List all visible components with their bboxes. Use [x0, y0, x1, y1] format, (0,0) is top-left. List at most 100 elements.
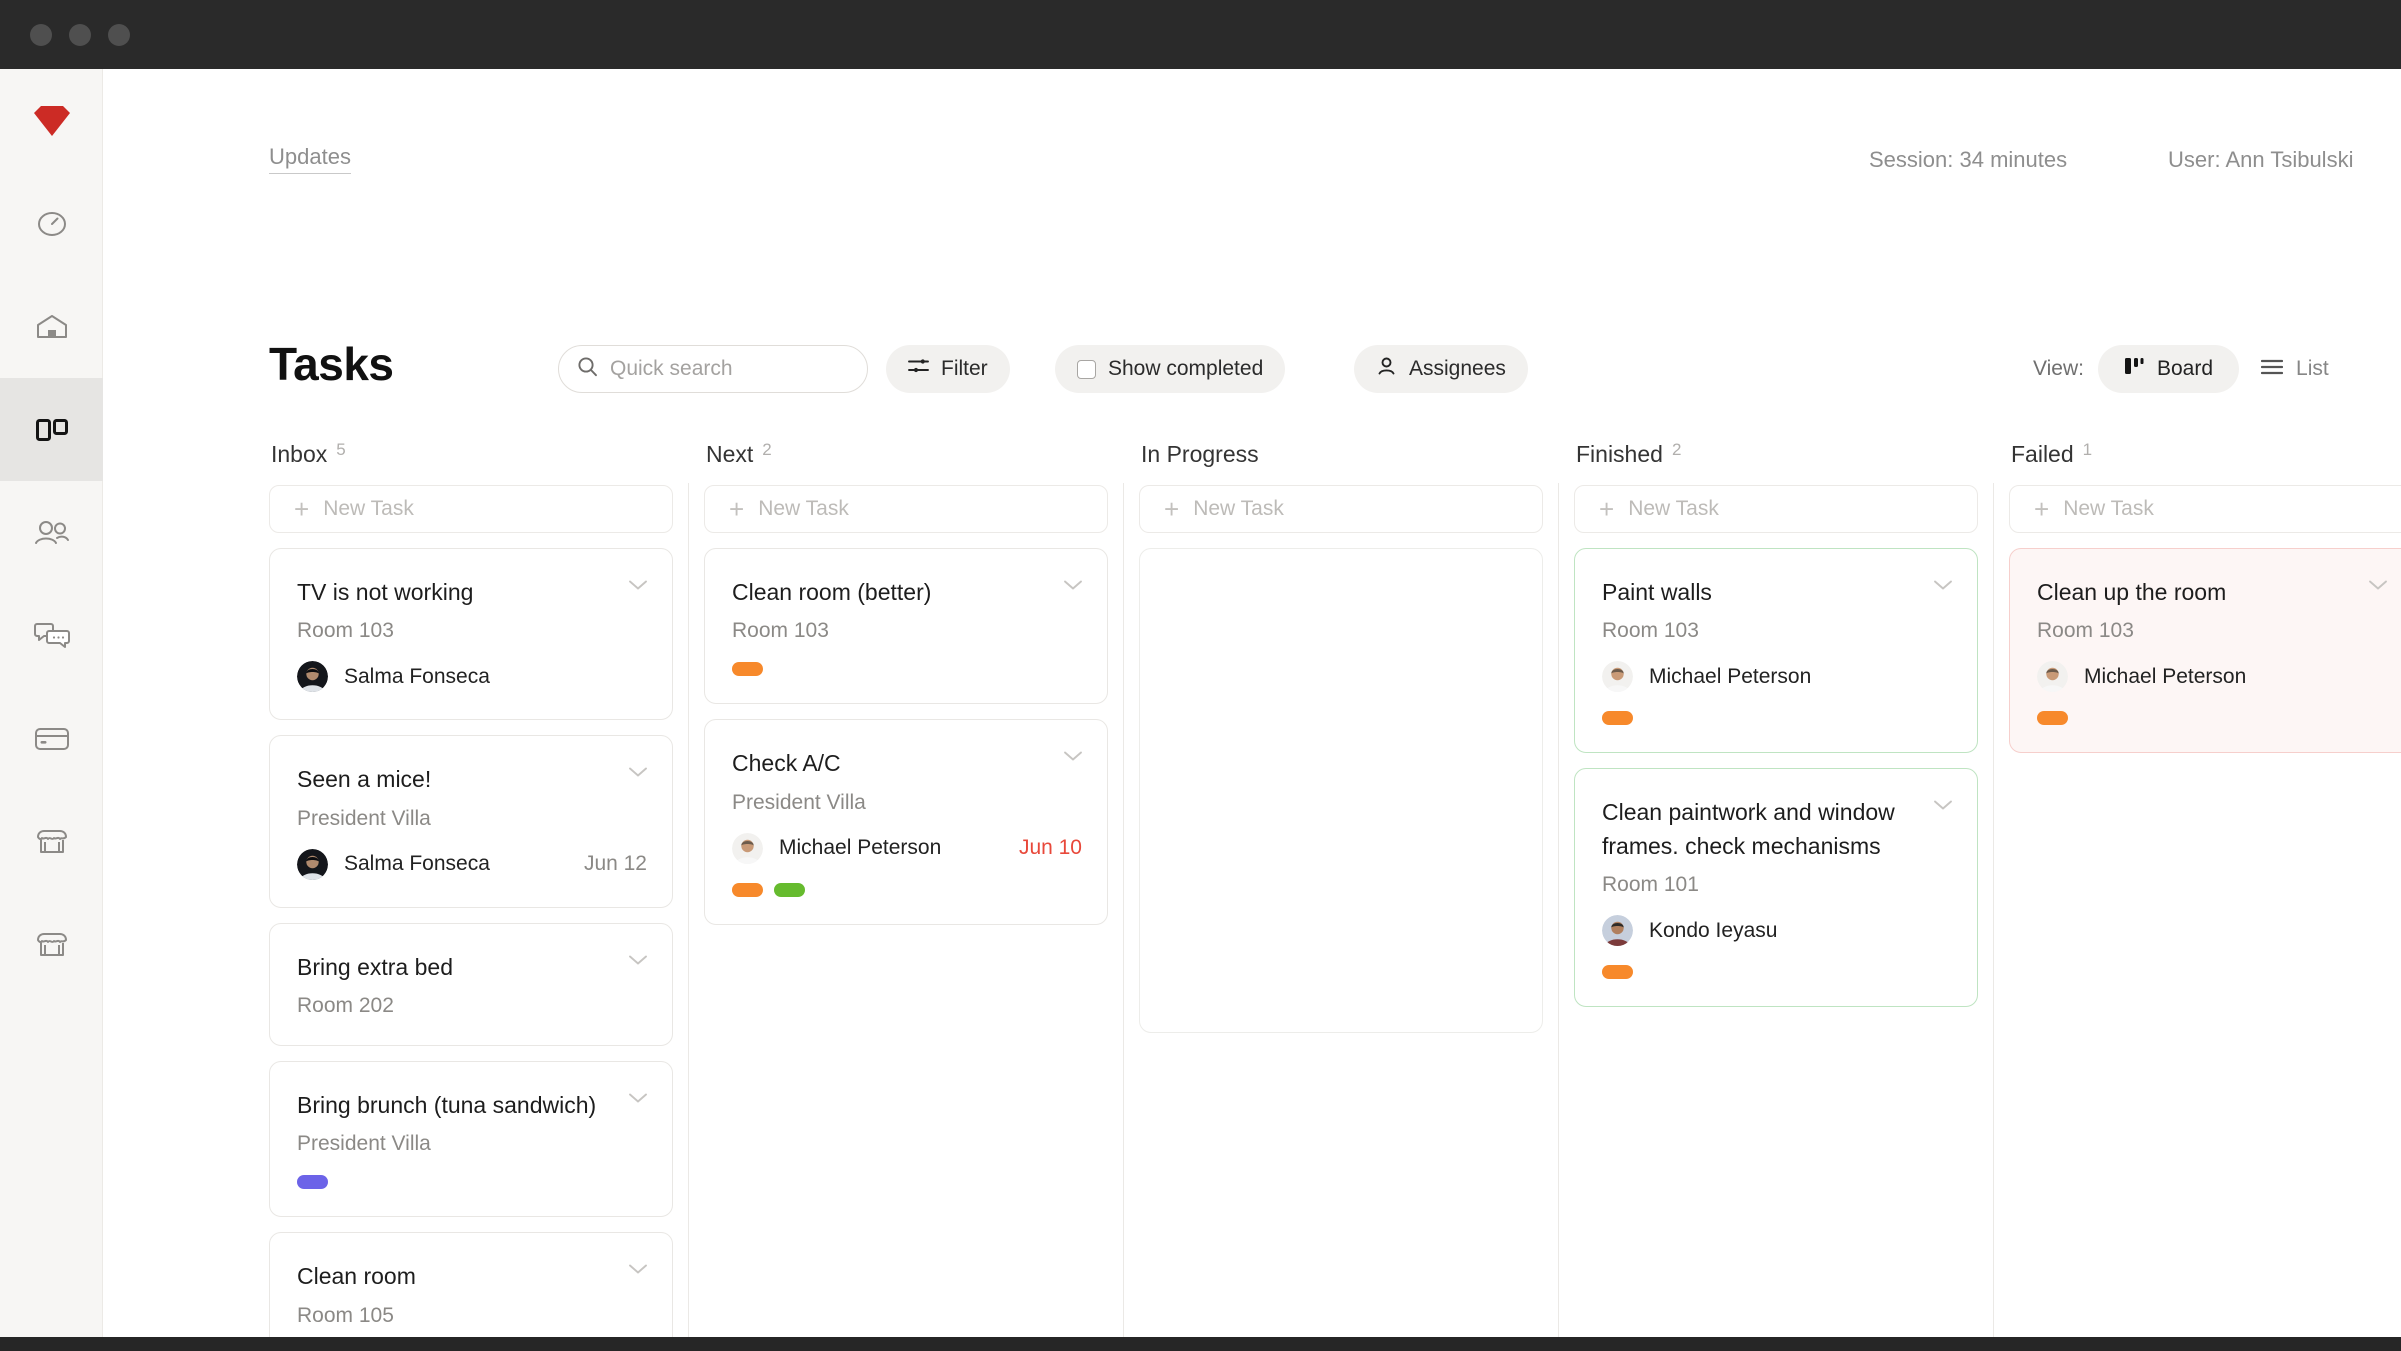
sidebar-item-property-2[interactable]	[0, 893, 103, 996]
task-tag[interactable]	[297, 1175, 328, 1189]
task-location: Room 103	[1602, 619, 1952, 643]
column-title: Inbox	[271, 441, 327, 468]
list-view-icon	[2261, 357, 2283, 381]
window-maximize-button[interactable]	[108, 24, 130, 46]
task-tags	[297, 1175, 647, 1189]
column-header: Inbox5	[269, 441, 673, 477]
task-card[interactable]: Bring extra bedRoom 202	[269, 923, 673, 1046]
chevron-down-icon[interactable]	[628, 579, 648, 591]
filter-icon	[908, 356, 929, 382]
new-task-label: New Task	[1193, 497, 1284, 521]
task-assignee: Kondo Ieyasu	[1649, 919, 1777, 943]
new-task-button[interactable]: +New Task	[2009, 485, 2401, 533]
show-completed-checkbox[interactable]	[1077, 360, 1096, 379]
new-task-button[interactable]: +New Task	[704, 485, 1108, 533]
house-icon	[35, 312, 69, 342]
sidebar-item-billing[interactable]	[0, 687, 103, 790]
board-view-icon	[2124, 356, 2144, 382]
task-title: Clean paintwork and window frames. check…	[1602, 796, 1952, 863]
column-divider	[1123, 483, 1124, 1344]
plus-icon: +	[1164, 496, 1179, 522]
new-task-button[interactable]: + New Task	[1139, 485, 1543, 533]
store-icon	[34, 827, 70, 857]
tab-list-view[interactable]: List	[2239, 345, 2351, 393]
board-column-next: Next2 +New Task Clean room (better)Room 10…	[704, 441, 1108, 1344]
column-header: Next2	[704, 441, 1108, 477]
column-header: Failed1	[2009, 441, 2401, 477]
task-tags	[732, 883, 1082, 897]
chat-icon	[33, 622, 71, 650]
task-tag[interactable]	[732, 883, 763, 897]
sidebar-item-messages[interactable]	[0, 584, 103, 687]
sidebar-item-dashboard[interactable]	[0, 172, 103, 275]
show-completed-toggle[interactable]: Show completed	[1055, 345, 1285, 393]
sidebar-item-home[interactable]	[0, 275, 103, 378]
search-input[interactable]: Quick search	[558, 345, 868, 393]
chevron-down-icon[interactable]	[628, 954, 648, 966]
store-icon	[34, 930, 70, 960]
updates-link[interactable]: Updates	[269, 144, 351, 174]
task-title: Bring extra bed	[297, 951, 647, 984]
task-tags	[2037, 711, 2387, 725]
task-card[interactable]: Clean roomRoom 105	[269, 1232, 673, 1344]
task-card[interactable]: Seen a mice!President VillaSalma Fonseca…	[269, 735, 673, 907]
window-titlebar	[0, 0, 2401, 69]
chevron-down-icon[interactable]	[628, 766, 648, 778]
new-task-button[interactable]: +New Task	[269, 485, 673, 533]
window-close-button[interactable]	[30, 24, 52, 46]
assignees-button[interactable]: Assignees	[1354, 345, 1528, 393]
avatar	[1602, 915, 1633, 946]
new-task-button[interactable]: +New Task	[1574, 485, 1978, 533]
chevron-down-icon[interactable]	[1933, 799, 1953, 811]
task-location: President Villa	[732, 791, 1082, 815]
empty-drop-zone[interactable]	[1139, 548, 1543, 1033]
task-location: Room 103	[297, 619, 647, 643]
person-icon	[1376, 356, 1397, 383]
task-card[interactable]: Clean room (better)Room 103	[704, 548, 1108, 704]
task-card[interactable]: Bring brunch (tuna sandwich)President Vi…	[269, 1061, 673, 1217]
chevron-down-icon[interactable]	[2368, 579, 2388, 591]
user-info: User: Ann Tsibulski	[2168, 147, 2353, 173]
filter-button[interactable]: Filter	[886, 345, 1010, 393]
task-card[interactable]: Clean paintwork and window frames. check…	[1574, 768, 1978, 1007]
chevron-down-icon[interactable]	[1063, 579, 1083, 591]
chevron-down-icon[interactable]	[628, 1092, 648, 1104]
task-card[interactable]: Check A/CPresident VillaMichael Peterson…	[704, 719, 1108, 924]
task-title: Seen a mice!	[297, 763, 647, 796]
task-card[interactable]: Paint wallsRoom 103Michael Peterson	[1574, 548, 1978, 753]
sidebar-item-property-1[interactable]	[0, 790, 103, 893]
task-meta-row: Michael Peterson	[1602, 661, 1952, 692]
task-tag[interactable]	[1602, 965, 1633, 979]
app-window: Updates Session: 34 minutes User: Ann Ts…	[0, 0, 2401, 1351]
task-tag[interactable]	[774, 883, 805, 897]
chevron-down-icon[interactable]	[1933, 579, 1953, 591]
search-icon	[577, 356, 598, 382]
column-divider	[1993, 483, 1994, 1344]
window-minimize-button[interactable]	[69, 24, 91, 46]
avatar	[1602, 661, 1633, 692]
task-title: Check A/C	[732, 747, 1082, 780]
column-title: Failed	[2011, 441, 2074, 468]
task-tag[interactable]	[1602, 711, 1633, 725]
task-meta-row: Salma Fonseca	[297, 661, 647, 692]
sidebar-nav	[0, 69, 103, 1344]
app-logo[interactable]	[0, 69, 103, 172]
task-title: Clean room	[297, 1260, 647, 1293]
sidebar-item-tasks[interactable]	[0, 378, 103, 481]
chevron-down-icon[interactable]	[1063, 750, 1083, 762]
column-header: In Progress	[1139, 441, 1543, 477]
task-meta-row: Salma FonsecaJun 12	[297, 849, 647, 880]
plus-icon: +	[1599, 496, 1614, 522]
plus-icon: +	[2034, 496, 2049, 522]
task-card[interactable]: Clean up the roomRoom 103Michael Peterso…	[2009, 548, 2401, 753]
chevron-down-icon[interactable]	[628, 1263, 648, 1275]
avatar	[2037, 661, 2068, 692]
sidebar-item-guests[interactable]	[0, 481, 103, 584]
column-title: Finished	[1576, 441, 1663, 468]
tab-board-view[interactable]: Board	[2098, 345, 2239, 393]
task-tags	[1602, 965, 1952, 979]
task-card[interactable]: TV is not workingRoom 103Salma Fonseca	[269, 548, 673, 720]
task-location: Room 101	[1602, 873, 1952, 897]
task-tag[interactable]	[2037, 711, 2068, 725]
task-tag[interactable]	[732, 662, 763, 676]
